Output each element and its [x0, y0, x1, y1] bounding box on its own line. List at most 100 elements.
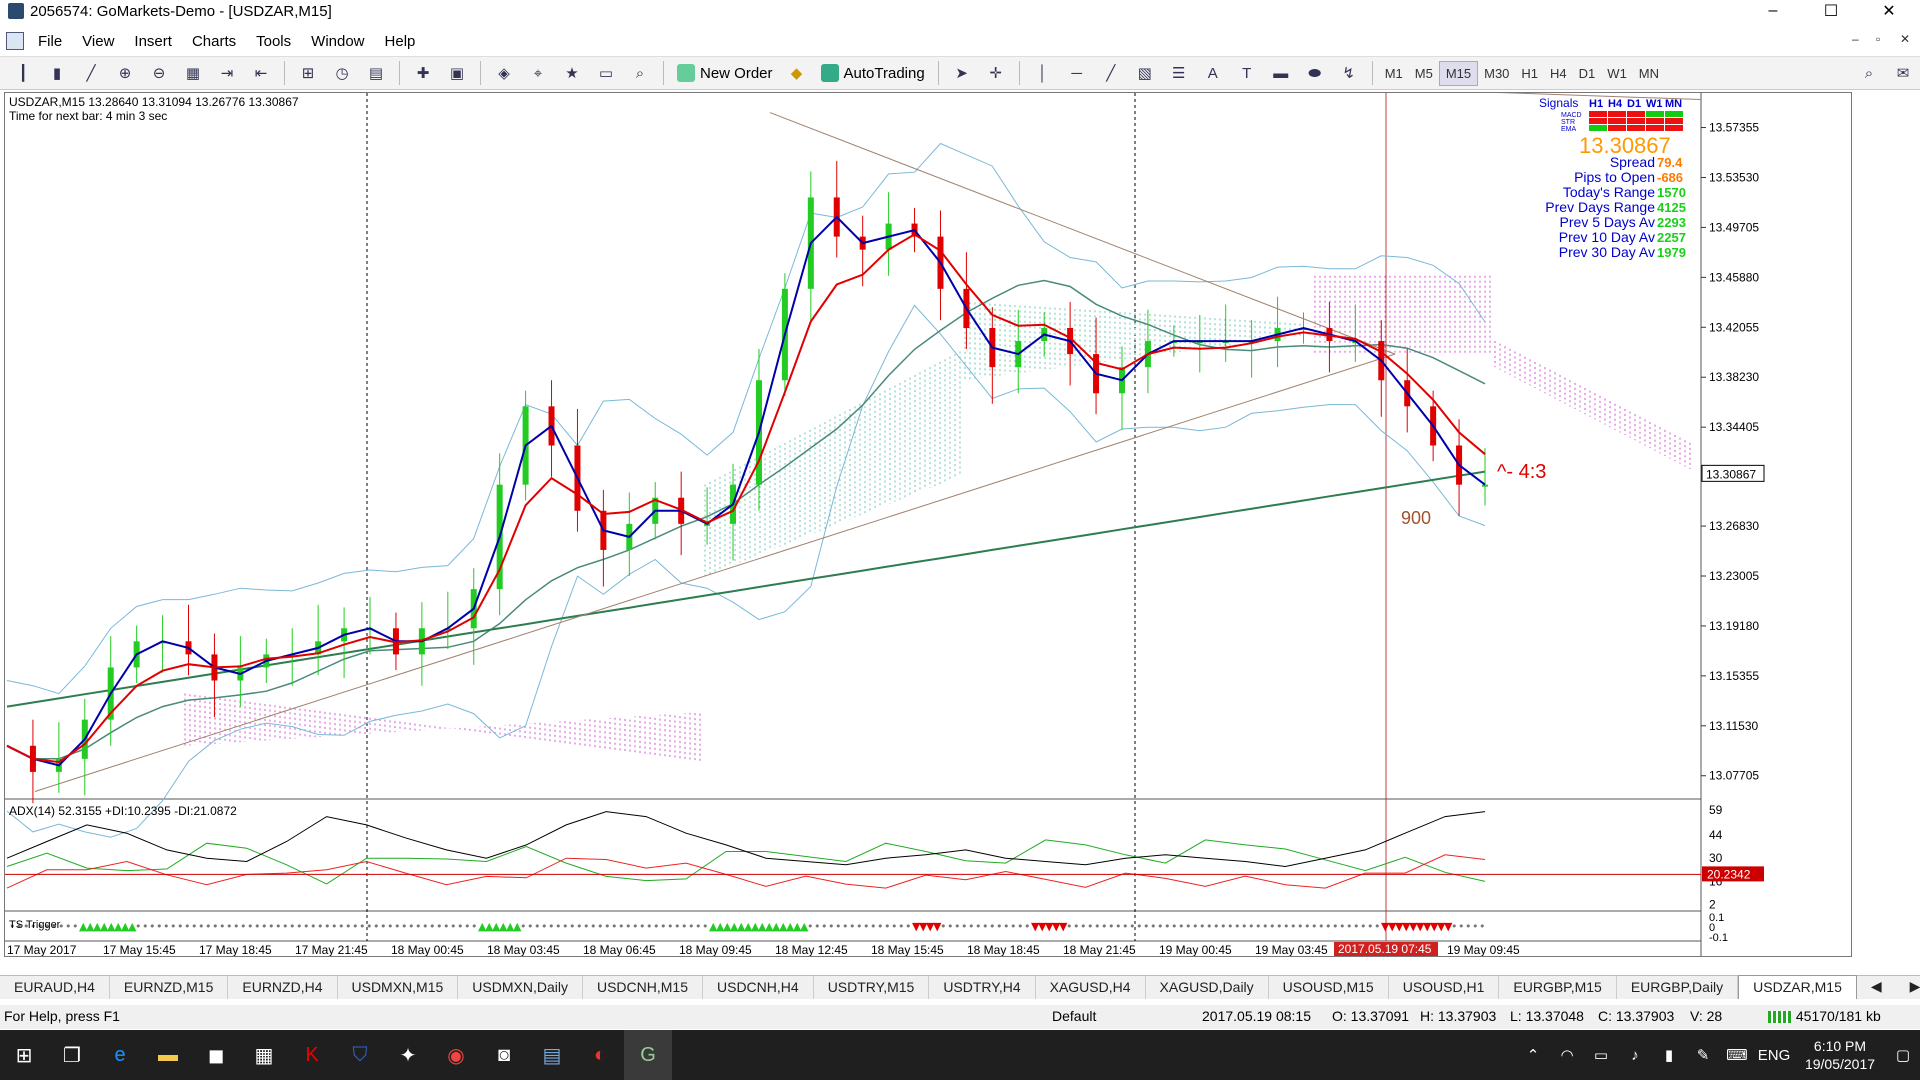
vertical-line-icon[interactable]: │: [1030, 60, 1056, 86]
tab-usdtry-h4[interactable]: USDTRY,H4: [929, 976, 1036, 999]
file-explorer-icon[interactable]: ▬: [144, 1030, 192, 1080]
equidistant-channel-icon[interactable]: ▧: [1132, 60, 1158, 86]
tab-eurgbp-daily[interactable]: EURGBP,Daily: [1617, 976, 1739, 999]
periods-icon[interactable]: ◷: [329, 60, 355, 86]
menu-help[interactable]: Help: [375, 33, 426, 50]
mdi-minimize-button[interactable]: –: [1852, 32, 1859, 46]
chart-window[interactable]: 13.57355 13.53530 13.49705 13.45880 13.42055…: [4, 92, 1852, 957]
tab-xagusd-h4[interactable]: XAGUSD,H4: [1036, 976, 1146, 999]
shield-icon[interactable]: ⛉: [336, 1030, 384, 1080]
crosshair-icon[interactable]: ✛: [983, 60, 1009, 86]
tf-m15[interactable]: M15: [1438, 60, 1479, 86]
volume-icon[interactable]: ♪: [1618, 1047, 1652, 1064]
tab-eurgbp-m15[interactable]: EURGBP,M15: [1499, 976, 1617, 999]
horizontal-line-icon[interactable]: ─: [1064, 60, 1090, 86]
status-connection[interactable]: 45170/181 kb: [1768, 1008, 1881, 1024]
indicators-icon[interactable]: ⊞: [295, 60, 321, 86]
tab-usousd-m15[interactable]: USOUSD,M15: [1269, 976, 1389, 999]
candlestick-icon[interactable]: ▮: [44, 60, 70, 86]
data-window-icon[interactable]: ⌖: [525, 60, 551, 86]
calculator-icon[interactable]: ▦: [240, 1030, 288, 1080]
document-icon[interactable]: [6, 32, 24, 50]
satellite-icon[interactable]: ✦: [384, 1030, 432, 1080]
menu-file[interactable]: File: [28, 33, 72, 50]
navigator-icon[interactable]: ★: [559, 60, 585, 86]
bar-chart-icon[interactable]: ┃: [10, 60, 36, 86]
task-view-icon[interactable]: ❐: [48, 1030, 96, 1080]
line-chart-icon[interactable]: ╱: [78, 60, 104, 86]
pen-icon[interactable]: ✎: [1686, 1046, 1720, 1064]
battery-icon[interactable]: ▮: [1652, 1046, 1686, 1064]
tab-eurnzd-h4[interactable]: EURNZD,H4: [228, 976, 338, 999]
metaeditor-icon[interactable]: ◆: [784, 60, 810, 86]
notifications-icon[interactable]: ▢: [1886, 1046, 1920, 1064]
tab-usdmxn-m15[interactable]: USDMXN,M15: [338, 976, 459, 999]
tab-usdtry-m15[interactable]: USDTRY,M15: [814, 976, 930, 999]
menu-tools[interactable]: Tools: [246, 33, 301, 50]
tf-w1[interactable]: W1: [1601, 62, 1633, 85]
wifi-icon[interactable]: ◠: [1550, 1046, 1584, 1064]
tf-d1[interactable]: D1: [1573, 62, 1602, 85]
text-icon[interactable]: A: [1200, 60, 1226, 86]
menu-window[interactable]: Window: [301, 33, 374, 50]
cursor-icon[interactable]: ➤: [949, 60, 975, 86]
gomarkets-icon[interactable]: G: [624, 1030, 672, 1080]
chrome-icon[interactable]: ◉: [432, 1030, 480, 1080]
minimize-button[interactable]: –: [1750, 0, 1796, 22]
start-icon[interactable]: ⊞: [0, 1030, 48, 1080]
chart-shift-icon[interactable]: ⇤: [248, 60, 274, 86]
tab-eurnzd-m15[interactable]: EURNZD,M15: [110, 976, 229, 999]
image-viewer-icon[interactable]: ▤: [528, 1030, 576, 1080]
menu-view[interactable]: View: [72, 33, 124, 50]
search-icon[interactable]: ⌕: [1856, 60, 1882, 86]
maximize-button[interactable]: ☐: [1808, 0, 1854, 22]
tf-m5[interactable]: M5: [1409, 62, 1439, 85]
close-button[interactable]: ✕: [1866, 0, 1912, 22]
price-chart[interactable]: 13.57355 13.53530 13.49705 13.45880 13.42055…: [5, 93, 1851, 956]
text-label-icon[interactable]: T: [1234, 60, 1260, 86]
rectangle-icon[interactable]: ▬: [1268, 60, 1294, 86]
tab-scroll-left-icon[interactable]: ◀: [1857, 975, 1896, 999]
terminal-icon[interactable]: ▭: [593, 60, 619, 86]
templates-icon[interactable]: ▤: [363, 60, 389, 86]
tile-windows-icon[interactable]: ▦: [180, 60, 206, 86]
language-indicator[interactable]: ENG: [1754, 1047, 1794, 1064]
auto-scroll-icon[interactable]: ⇥: [214, 60, 240, 86]
new-order-button[interactable]: New Order: [670, 59, 780, 87]
tab-usdmxn-daily[interactable]: USDMXN,Daily: [458, 976, 583, 999]
menu-insert[interactable]: Insert: [124, 33, 182, 50]
chat-icon[interactable]: ✉: [1890, 60, 1916, 86]
tf-m30[interactable]: M30: [1478, 62, 1515, 85]
market-watch-icon[interactable]: ◈: [491, 60, 517, 86]
tab-usdcnh-h4[interactable]: USDCNH,H4: [703, 976, 814, 999]
kaspersky-icon[interactable]: K: [288, 1030, 336, 1080]
tab-euraud-h4[interactable]: EURAUD,H4: [0, 976, 110, 999]
ellipse-icon[interactable]: ⬬: [1302, 60, 1328, 86]
tab-scroll-right-icon[interactable]: ▶: [1896, 975, 1920, 999]
tab-usdzar-m15[interactable]: USDZAR,M15: [1738, 975, 1857, 999]
tf-h4[interactable]: H4: [1544, 62, 1573, 85]
new-chart-icon[interactable]: ✚: [410, 60, 436, 86]
mdi-restore-button[interactable]: ▫: [1876, 32, 1880, 46]
arrows-icon[interactable]: ↯: [1336, 60, 1362, 86]
profiles-icon[interactable]: ▣: [444, 60, 470, 86]
tf-m1[interactable]: M1: [1379, 62, 1409, 85]
edge-icon[interactable]: e: [96, 1030, 144, 1080]
tf-mn[interactable]: MN: [1633, 62, 1665, 85]
metatrader-icon[interactable]: ◐: [576, 1030, 624, 1080]
clock[interactable]: 6:10 PM 19/05/2017: [1794, 1037, 1886, 1073]
keyboard-icon[interactable]: ⌨: [1720, 1046, 1754, 1064]
menu-charts[interactable]: Charts: [182, 33, 246, 50]
trendline-icon[interactable]: ╱: [1098, 60, 1124, 86]
camera-icon[interactable]: ◙: [480, 1030, 528, 1080]
strategy-tester-icon[interactable]: ⌕: [627, 60, 653, 86]
tab-usousd-h1[interactable]: USOUSD,H1: [1389, 976, 1500, 999]
network-icon[interactable]: ▭: [1584, 1046, 1618, 1064]
tf-h1[interactable]: H1: [1515, 62, 1544, 85]
tray-chevron-icon[interactable]: ⌃: [1516, 1046, 1550, 1064]
tab-xagusd-daily[interactable]: XAGUSD,Daily: [1146, 976, 1269, 999]
zoom-out-icon[interactable]: ⊖: [146, 60, 172, 86]
mdi-close-button[interactable]: ✕: [1900, 32, 1910, 46]
tab-usdcnh-m15[interactable]: USDCNH,M15: [583, 976, 703, 999]
store-icon[interactable]: ◼: [192, 1030, 240, 1080]
